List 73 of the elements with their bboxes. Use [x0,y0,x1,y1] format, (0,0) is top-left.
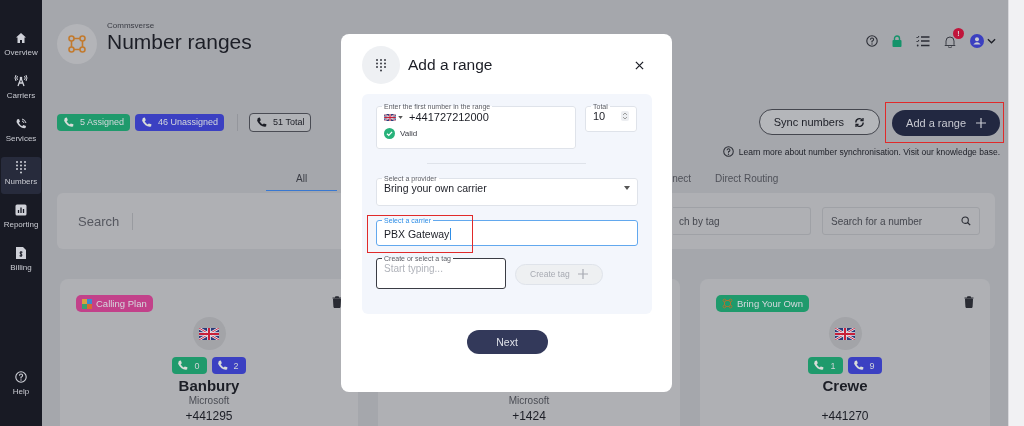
dialog-title: Add a range [408,56,493,74]
tag-label: Calling Plan [96,298,147,309]
sidebar-item[interactable]: Carriers [1,71,41,108]
number-prefix: +441270 [821,409,869,423]
tab[interactable]: All [266,173,338,191]
plus-icon [976,117,986,128]
caret-icon [398,115,403,119]
trash-icon[interactable] [332,295,342,308]
phone-icon [256,116,268,128]
logo-icon [57,24,97,64]
phone-icon [216,360,228,371]
sync-icon [854,116,866,128]
phone-icon [141,116,153,128]
close-icon[interactable] [635,60,644,70]
grid-icon [82,298,92,309]
phone-icon [813,360,825,371]
stepper-icon[interactable] [621,111,629,121]
caret-icon [624,186,630,190]
number-prefix: +441295 [185,409,233,423]
help-icon [15,370,27,384]
provider-name: Microsoft [508,395,550,407]
sidebar-item[interactable]: Numbers [1,157,41,194]
check-icon [384,128,395,139]
unassigned-count: 9 [847,357,882,374]
sidebar-item[interactable]: Services [1,114,41,151]
nav-icon [15,31,27,45]
flag-icon [835,327,855,340]
plus-icon [577,269,588,279]
add-range-button[interactable]: Add a range [892,109,1000,136]
range-name: Crewe [822,377,868,395]
flag-icon [199,327,219,340]
help-icon[interactable] [866,35,878,47]
help-text[interactable]: Learn more about number synchronisation. Visit our knowledge base. [738,146,1000,157]
assigned-count: 1 [808,357,843,374]
assigned-count: 0 [172,357,207,374]
tag-search-field[interactable]: ch by tag [673,207,811,235]
phone-icon [177,360,189,371]
phone-icon [63,116,74,128]
page-title: Number ranges [107,29,252,54]
provider-name: Microsoft [188,395,230,407]
nav-icon [15,246,27,260]
range-name: Banbury [178,377,240,395]
chevron-icon[interactable] [987,38,996,44]
nav-icon [15,203,27,217]
keypad-icon [362,46,400,84]
help-icon [722,146,734,157]
brand-label: Commsverse [107,20,156,30]
flag-icon [384,113,396,121]
nav-icon [15,117,27,131]
number-prefix: +1424 [512,409,546,423]
phone-icon [852,360,864,371]
nav-icon [15,160,27,174]
search-icon [961,216,971,226]
sidebar-item[interactable]: Billing [1,243,41,280]
next-button[interactable]: Next [466,330,548,354]
nav-icon [14,74,28,88]
bell-icon[interactable] [944,34,956,48]
search-label: Search [78,213,120,229]
checklist-icon[interactable] [916,35,930,47]
tag-label: Bring Your Own [737,298,803,309]
number-search-field[interactable]: Search for a number [822,207,980,235]
help-nav-item[interactable]: Help [1,367,41,404]
nodes-icon [722,298,733,309]
sync-button[interactable]: Sync numbers [758,109,881,135]
count-chip[interactable]: 46 Unassigned [135,113,225,131]
country-picker[interactable] [384,113,403,121]
validation-status: Valid [400,129,418,138]
trash-icon[interactable] [964,295,974,308]
avatar-icon[interactable] [970,34,984,48]
total-chip[interactable]: 51 Total [249,112,312,132]
unassigned-count: 2 [211,357,246,374]
sidebar-item[interactable]: Reporting [1,200,41,237]
sidebar-item[interactable]: Overview [1,28,41,65]
